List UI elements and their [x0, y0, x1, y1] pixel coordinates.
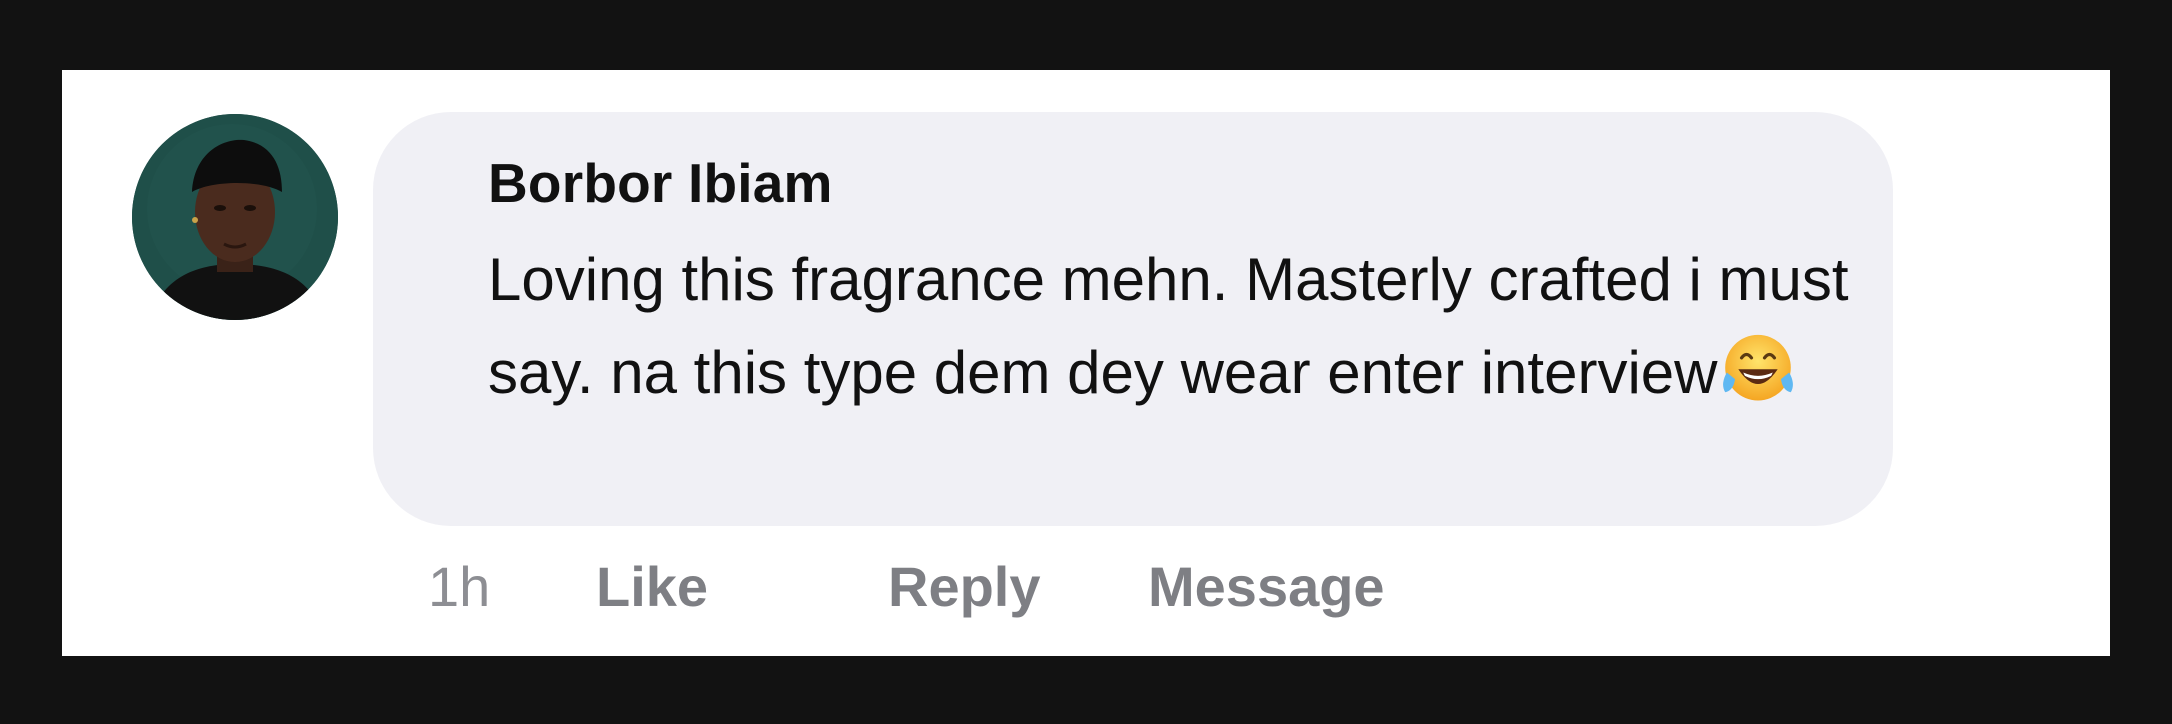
face-with-tears-of-joy-icon	[1717, 325, 1799, 407]
avatar[interactable]	[132, 114, 338, 320]
author-name[interactable]: Borbor Ibiam	[488, 148, 1853, 218]
comment-card: Borbor Ibiam Loving this fragrance mehn.…	[62, 70, 2110, 656]
comment-timestamp[interactable]: 1h	[428, 554, 490, 619]
like-button[interactable]: Like	[596, 554, 708, 619]
comment-body: Loving this fragrance mehn. Masterly cra…	[488, 246, 1849, 406]
comment-bubble: Borbor Ibiam Loving this fragrance mehn.…	[373, 112, 1893, 526]
message-button[interactable]: Message	[1148, 554, 1385, 619]
comment-text: Loving this fragrance mehn. Masterly cra…	[488, 234, 1888, 418]
profile-photo	[132, 114, 338, 320]
reply-button[interactable]: Reply	[888, 554, 1041, 619]
